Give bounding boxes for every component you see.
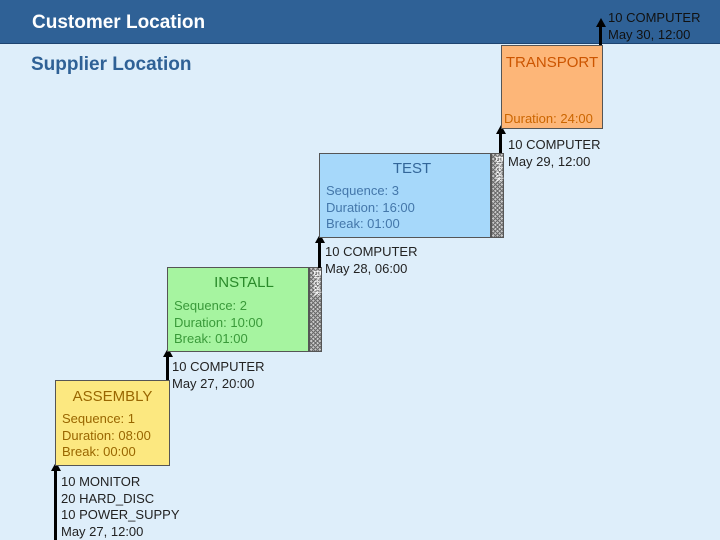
step-assembly-info: Sequence: 1 Duration: 08:00 Break: 00:00: [62, 411, 151, 461]
step-test-title: TEST: [392, 160, 432, 177]
sequence-label: Sequence: 3: [326, 183, 400, 198]
note-start-materials: 10 MONITOR 20 HARD_DISC 10 POWER_SUPPY M…: [61, 474, 180, 540]
note-line: 10 COMPUTER: [325, 244, 418, 259]
step-test[interactable]: TEST Sequence: 3 Duration: 16:00 Break: …: [319, 153, 504, 238]
flow-arrow-transport-customer: [595, 18, 606, 45]
note-line: 10 MONITOR: [61, 474, 141, 489]
note-line: May 30, 12:00: [608, 26, 691, 42]
flow-arrow-assembly-install: [162, 348, 173, 380]
step-install[interactable]: INSTALL Sequence: 2 Duration: 10:00 Brea…: [167, 267, 322, 352]
sequence-label: Sequence: 2: [174, 298, 248, 313]
note-line: 10 COMPUTER: [172, 359, 265, 374]
step-assembly[interactable]: ASSEMBLY Sequence: 1 Duration: 08:00 Bre…: [55, 380, 170, 466]
note-line: 10 COMPUTER: [508, 137, 601, 152]
break-strip-test: Break: [491, 153, 504, 238]
break-strip-label: Break: [493, 156, 504, 183]
break-strip-install: Break: [309, 267, 322, 352]
sequence-label: Sequence: 1: [62, 411, 136, 426]
note-after-assembly: 10 COMPUTER May 27, 20:00: [172, 359, 264, 392]
note-line: May 27, 12:00: [61, 523, 144, 539]
break-label: Break: 01:00: [326, 216, 400, 231]
step-transport[interactable]: TRANSPORT Duration: 24:00: [501, 45, 603, 129]
break-strip-label: Break: [311, 270, 322, 297]
note-line: 10 COMPUTER: [608, 10, 701, 25]
step-transport-info: Duration: 24:00: [504, 111, 593, 128]
step-install-info: Sequence: 2 Duration: 10:00 Break: 01:00: [174, 298, 263, 348]
supplier-location-title: Supplier Location: [31, 54, 192, 75]
note-after-install: 10 COMPUTER May 28, 06:00: [325, 244, 417, 277]
note-after-test: 10 COMPUTER May 29, 12:00: [508, 137, 600, 170]
break-label: Break: 01:00: [174, 331, 248, 346]
flow-arrow-start: [50, 462, 61, 540]
duration-label: Duration: 16:00: [326, 199, 415, 215]
step-test-info: Sequence: 3 Duration: 16:00 Break: 01:00: [326, 183, 415, 233]
duration-label: Duration: 24:00: [504, 111, 593, 126]
note-line: May 27, 20:00: [172, 375, 255, 391]
duration-label: Duration: 10:00: [174, 314, 263, 330]
customer-location-title: Customer Location: [32, 12, 206, 33]
flow-arrow-test-transport: [495, 125, 506, 153]
duration-label: Duration: 08:00: [62, 427, 151, 443]
step-transport-title: TRANSPORT: [505, 54, 599, 71]
note-line: May 29, 12:00: [508, 153, 591, 169]
step-assembly-title: ASSEMBLY: [72, 388, 153, 405]
note-after-transport: 10 COMPUTER May 30, 12:00: [608, 10, 700, 43]
note-line: May 28, 06:00: [325, 260, 408, 276]
break-label: Break: 00:00: [62, 444, 136, 459]
flow-arrow-install-test: [314, 234, 325, 268]
note-line: 20 HARD_DISC: [61, 490, 155, 506]
note-line: 10 POWER_SUPPY: [61, 507, 180, 522]
step-install-title: INSTALL: [214, 274, 274, 291]
